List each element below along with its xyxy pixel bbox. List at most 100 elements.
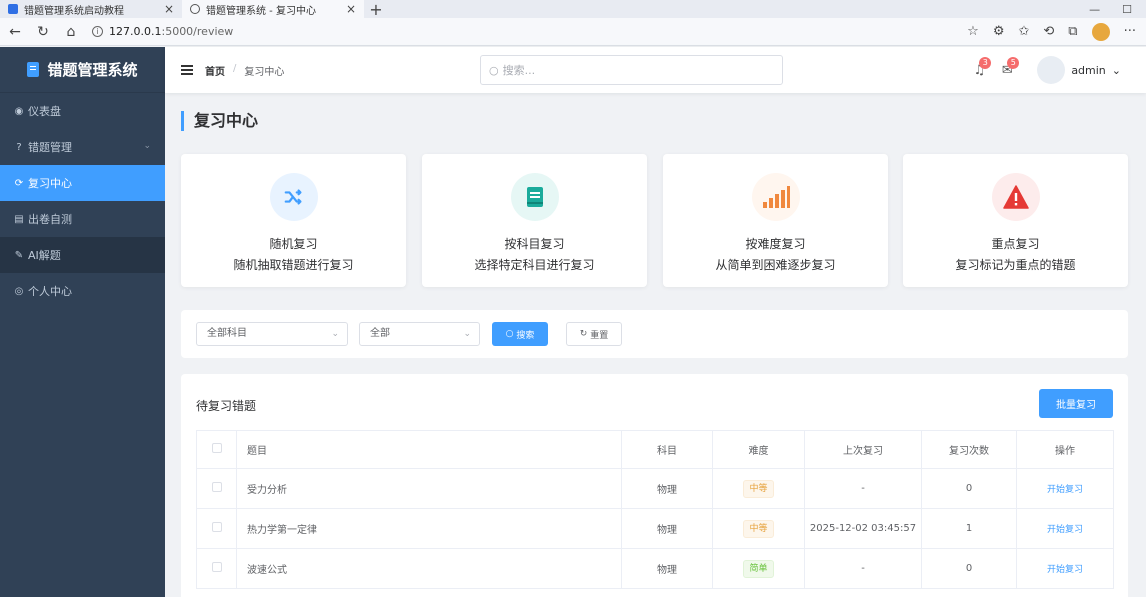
main-content: 复习中心 随机复习 随机抽取错题进行复习 按科目复习 选择特定科目进行复习 按难… (165, 93, 1146, 597)
browser-tab-active[interactable]: 错题管理系统 - 复习中心 × (182, 0, 364, 18)
url-field[interactable]: i 127.0.0.1:5000/review (92, 21, 967, 43)
card-random-review[interactable]: 随机复习 随机抽取错题进行复习 (181, 154, 406, 287)
notification-badge: 3 (979, 57, 992, 69)
search-icon: ○ (505, 329, 514, 339)
table-header-row: 题目 科目 难度 上次复习 复习次数 操作 (196, 430, 1114, 469)
favorites-icon[interactable]: ✩ (1018, 24, 1029, 39)
action-cell: 开始复习 (1016, 548, 1114, 589)
book-icon (510, 173, 559, 221)
more-icon[interactable]: ··· (1124, 24, 1136, 39)
close-tab-icon[interactable]: × (346, 2, 356, 16)
new-tab-button[interactable]: + (364, 0, 388, 19)
card-subject-review[interactable]: 按科目复习 选择特定科目进行复习 (422, 154, 647, 287)
breadcrumb-current: 复习中心 (244, 66, 285, 78)
sidebar-item-ai[interactable]: ✎ AI解题 (0, 237, 165, 273)
window-controls: — ☐ (1089, 0, 1146, 18)
home-icon[interactable]: ⌂ (60, 24, 82, 40)
username: admin (1071, 63, 1106, 77)
row-checkbox[interactable] (196, 548, 237, 589)
collections-icon[interactable]: ⧉ (1068, 24, 1077, 39)
batch-review-button[interactable]: 批量复习 (1039, 389, 1113, 418)
card-title: 按科目复习 (504, 237, 565, 251)
favorite-star-icon[interactable]: ☆ (967, 24, 979, 39)
question-title: 受力分析 (236, 468, 622, 509)
sidebar-item-review[interactable]: ⟳ 复习中心 (0, 165, 165, 201)
sidebar-item-label: 复习中心 (28, 177, 72, 190)
reload-icon[interactable]: ↻ (32, 24, 54, 40)
search-button[interactable]: ○ 搜索 (492, 322, 548, 346)
column-header: 难度 (712, 430, 805, 469)
card-title: 按难度复习 (745, 237, 806, 251)
dashboard-icon: ◉ (14, 105, 24, 117)
review-list-panel: 待复习错题 批量复习 题目 科目 难度 上次复习 复习次数 操作 受力分析 物理… (181, 374, 1128, 597)
sidebar-item-dashboard[interactable]: ◉ 仪表盘 (0, 93, 165, 129)
user-icon: ◎ (14, 285, 24, 297)
close-tab-icon[interactable]: × (164, 2, 174, 16)
site-info-icon[interactable]: i (92, 26, 103, 37)
browser-tab[interactable]: 错题管理系统启动教程 × (0, 0, 182, 18)
row-checkbox[interactable] (196, 468, 237, 509)
site-favicon-icon (8, 4, 18, 14)
browser-tab-bar: 错题管理系统启动教程 × 错题管理系统 - 复习中心 × + — ☐ (0, 0, 1146, 19)
difficulty-select[interactable]: 全部 ⌄ (359, 322, 480, 346)
sidebar-item-mistakes[interactable]: ? 错题管理 ⌄ (0, 129, 165, 165)
menu-toggle-icon[interactable] (181, 65, 193, 75)
card-title: 随机复习 (269, 237, 318, 251)
page-title: 复习中心 (181, 111, 258, 131)
row-checkbox[interactable] (196, 508, 237, 549)
sidebar-item-label: 仪表盘 (28, 105, 61, 118)
notification-button[interactable]: ♫ 3 (965, 56, 993, 84)
tab-title: 错题管理系统 - 复习中心 (206, 5, 316, 17)
book-logo-icon (27, 62, 40, 77)
sidebar: 错题管理系统 ◉ 仪表盘 ? 错题管理 ⌄ ⟳ 复习中心 ▤ 出卷自测 ✎ AI… (0, 47, 165, 597)
card-key-review[interactable]: 重点复习 复习标记为重点的错题 (903, 154, 1128, 287)
back-icon[interactable]: ← (4, 24, 26, 40)
question-title: 波速公式 (236, 548, 622, 589)
avatar (1037, 56, 1066, 84)
profile-avatar[interactable] (1091, 22, 1110, 41)
filter-bar: 全部科目 ⌄ 全部 ⌄ ○ 搜索 ↻ 重置 (181, 310, 1128, 358)
last-review-cell: 2025-12-02 03:45:57 (804, 508, 922, 549)
difficulty-cell: 简单 (712, 548, 805, 589)
tab-title: 错题管理系统启动教程 (24, 5, 124, 17)
subject-select-value: 全部科目 (207, 328, 247, 339)
difficulty-cell: 中等 (712, 468, 805, 509)
action-cell: 开始复习 (1016, 468, 1114, 509)
sidebar-item-label: 错题管理 (28, 141, 72, 154)
reset-button[interactable]: ↻ 重置 (566, 322, 622, 346)
extensions-icon[interactable]: ⚙ (993, 24, 1005, 39)
header-actions: ♫ 3 ✉ 5 admin ⌄ (965, 47, 1146, 93)
user-menu[interactable]: admin ⌄ (1037, 56, 1121, 84)
column-header: 操作 (1016, 430, 1114, 469)
reset-icon: ↻ (579, 329, 588, 339)
column-header: 复习次数 (921, 430, 1017, 469)
start-review-link[interactable]: 开始复习 (1047, 485, 1083, 495)
chevron-down-icon: ⌄ (463, 329, 471, 339)
search-input[interactable]: ○ 搜索... (480, 55, 783, 85)
breadcrumb-separator: / (233, 62, 237, 74)
browser-nav: ← ↻ ⌂ (0, 24, 82, 40)
minimize-icon[interactable]: — (1089, 3, 1100, 16)
shuffle-icon (269, 173, 318, 221)
sidebar-item-label: 出卷自测 (28, 213, 72, 226)
chevron-down-icon: ⌄ (1111, 63, 1121, 77)
signal-bars-icon (751, 173, 800, 221)
column-header: 科目 (621, 430, 713, 469)
message-badge: 5 (1007, 57, 1020, 69)
subject-select[interactable]: 全部科目 ⌄ (196, 322, 348, 346)
sidebar-item-profile[interactable]: ◎ 个人中心 (0, 273, 165, 309)
start-review-link[interactable]: 开始复习 (1047, 565, 1083, 575)
search-icon: ○ (489, 63, 499, 77)
start-review-link[interactable]: 开始复习 (1047, 525, 1083, 535)
action-cell: 开始复习 (1016, 508, 1114, 549)
history-icon[interactable]: ⟲ (1043, 24, 1054, 39)
sidebar-item-exam[interactable]: ▤ 出卷自测 (0, 201, 165, 237)
review-count-cell: 0 (921, 548, 1017, 589)
card-difficulty-review[interactable]: 按难度复习 从简单到困难逐步复习 (663, 154, 888, 287)
question-title: 热力学第一定律 (236, 508, 622, 549)
chevron-down-icon: ⌄ (143, 141, 151, 151)
maximize-icon[interactable]: ☐ (1122, 3, 1132, 16)
select-all-checkbox[interactable] (196, 430, 237, 469)
breadcrumb-home[interactable]: 首页 (205, 63, 225, 78)
message-button[interactable]: ✉ 5 (993, 56, 1021, 84)
